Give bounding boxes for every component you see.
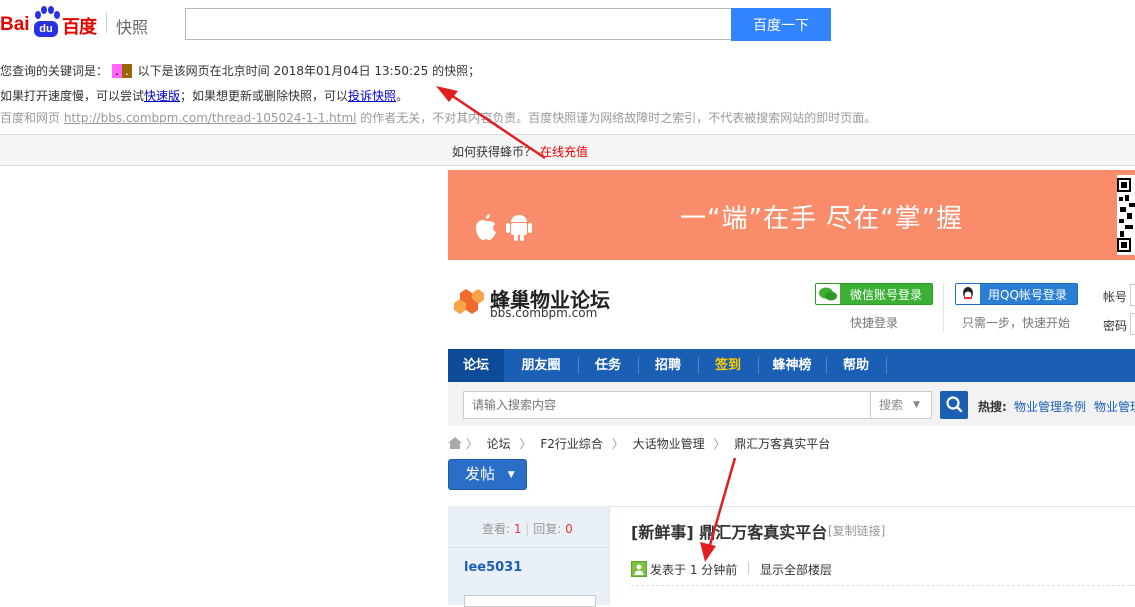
logo-text-du: du (34, 21, 58, 37)
nav-tasks[interactable]: 任务 (580, 349, 636, 382)
nav-divider (758, 357, 759, 374)
nav-divider (826, 357, 827, 374)
one-step-text: 只需一步，快速开始 (962, 316, 1071, 330)
home-icon[interactable] (448, 437, 462, 449)
caret-down-icon: ▼ (507, 470, 515, 480)
apple-icon (476, 214, 496, 240)
speed-text-b: ；如果想更新或删除快照，可以 (180, 89, 349, 103)
thread-title: [新鲜事] 鼎汇万客真实平台 (631, 523, 828, 542)
chevron-right-icon: 〉 (713, 437, 726, 451)
disclaimer: 百度和网页 http://bbs.combpm.com/thread-10502… (0, 109, 876, 126)
baidu-search-input[interactable] (185, 8, 731, 40)
qq-icon (956, 284, 980, 304)
breadcrumb-item[interactable]: F2行业综合 (540, 437, 603, 451)
qr-code-icon (1117, 175, 1135, 255)
nav-jobs[interactable]: 招聘 (640, 349, 696, 382)
speed-text-a: 如果打开速度慢，可以尝试 (0, 89, 145, 103)
account-field[interactable] (1130, 284, 1135, 306)
nav-divider (698, 357, 699, 374)
keyword-prefix: 您查询的关键词是： (0, 64, 109, 78)
snapshot-time-text: 以下是该网页在北京时间 2018年01月04日 13:50:25 的快照； (137, 64, 481, 78)
show-all-floors-link[interactable]: 显示全部楼层 (760, 561, 832, 578)
nav-divider (886, 357, 887, 374)
howto-link[interactable]: 如何获得蜂币？ (452, 145, 536, 159)
forum-url: bbs.combpm.com (490, 306, 598, 320)
fast-version-link[interactable]: 快速版 (144, 89, 180, 103)
search-type-select[interactable]: 搜索 ▼ (871, 391, 932, 419)
nav-forum[interactable]: 论坛 (448, 349, 504, 382)
red-arrow-2 (700, 457, 737, 562)
quick-login-text: 快捷登录 (850, 316, 899, 330)
hot-search-item[interactable]: 物业管理条例 (1014, 398, 1086, 415)
wechat-icon (816, 284, 840, 304)
keyword-highlight-1: . (112, 64, 122, 78)
baidu-logo[interactable]: Bai du 百度 (0, 4, 100, 40)
qq-login-label: 用QQ帐号登录 (988, 288, 1067, 302)
howto-bar: 如何获得蜂币？ 在线充值 (452, 143, 588, 160)
chevron-down-icon: ▼ (913, 400, 920, 410)
android-icon (506, 215, 532, 241)
views-label: 查看: (482, 522, 511, 536)
nav-help[interactable]: 帮助 (828, 349, 884, 382)
forum-logo-icon[interactable] (452, 283, 490, 319)
breadcrumb-item[interactable]: 鼎汇万客真实平台 (734, 437, 830, 451)
meta-divider (748, 562, 749, 574)
password-field[interactable] (1130, 313, 1135, 335)
thread-stats: 查看: 1 | 回复: 0 (482, 520, 573, 537)
keyword-notice: 您查询的关键词是：.. 以下是该网页在北京时间 2018年01月04日 13:50… (0, 62, 480, 79)
qq-login-button[interactable]: 用QQ帐号登录 (955, 283, 1078, 305)
banner-slogan: 一“端”在手 尽在“掌”握 (680, 204, 964, 234)
hot-search-item[interactable]: 物业管理 (1094, 398, 1135, 415)
report-snapshot-link[interactable]: 投诉快照 (348, 89, 396, 103)
password-label: 密码 (1103, 319, 1128, 333)
logo-text-bai: Bai (0, 14, 30, 35)
chevron-right-icon: 〉 (465, 437, 478, 451)
nav-divider (638, 357, 639, 374)
user-online-icon (631, 561, 647, 577)
copy-link[interactable]: [复制链接] (828, 522, 885, 539)
hot-search-label: 热搜: (978, 400, 1007, 414)
sidebar-divider (448, 547, 609, 548)
keyword-highlight-2: . (121, 64, 132, 78)
replies-count: 0 (565, 522, 573, 536)
nav-friends[interactable]: 朋友圈 (506, 349, 576, 382)
speed-notice: 如果打开速度慢，可以尝试快速版；如果想更新或删除快照，可以投诉快照。 (0, 87, 408, 104)
logo-text-baidu: 百度 (62, 17, 97, 38)
nav-divider (578, 357, 579, 374)
login-divider (943, 282, 944, 332)
nav-ranking[interactable]: 蜂神榜 (760, 349, 824, 382)
nav-checkin[interactable]: 签到 (700, 349, 756, 382)
speed-text-c: 。 (396, 89, 409, 103)
breadcrumb-item[interactable]: 论坛 (487, 437, 511, 451)
stats-divider: | (525, 522, 530, 536)
chevron-right-icon: 〉 (611, 437, 624, 451)
header-divider (106, 13, 107, 33)
wechat-login-label: 微信账号登录 (850, 288, 923, 302)
chevron-right-icon: 〉 (519, 437, 532, 451)
forum-search-input[interactable] (463, 391, 871, 419)
recharge-link[interactable]: 在线充值 (540, 145, 588, 159)
forum-nav: 论坛 朋友圈 任务 招聘 签到 蜂神榜 帮助 (448, 349, 1135, 382)
source-url-link[interactable]: http://bbs.combpm.com/thread-105024-1-1.… (64, 111, 357, 125)
account-label: 帐号 (1103, 290, 1128, 304)
post-divider (631, 585, 1135, 586)
avatar[interactable] (464, 595, 596, 607)
disclaimer-b: 的作者无关，不对其内容负责。百度快照谨为网络故障时之索引，不代表被搜索网站的即时… (356, 111, 877, 125)
search-type-label: 搜索 (879, 398, 904, 412)
author-name[interactable]: lee5031 (464, 560, 522, 575)
search-icon[interactable] (940, 391, 968, 419)
post-time: 发表于 1 分钟前 (650, 563, 738, 577)
product-name: 快照 (116, 18, 149, 37)
new-post-button[interactable]: 发帖 ▼ (448, 459, 527, 490)
disclaimer-a: 百度和网页 (0, 111, 64, 125)
replies-label: 回复: (533, 522, 562, 536)
breadcrumb: 〉 论坛 〉 F2行业综合 〉 大话物业管理 〉 鼎汇万客真实平台 (448, 435, 835, 451)
views-count: 1 (513, 522, 522, 536)
breadcrumb-item[interactable]: 大话物业管理 (633, 437, 705, 451)
thread-top-border (610, 506, 1135, 507)
baidu-search-button[interactable]: 百度一下 (731, 8, 831, 41)
new-post-label: 发帖 (465, 465, 496, 483)
wechat-login-button[interactable]: 微信账号登录 (815, 283, 933, 305)
